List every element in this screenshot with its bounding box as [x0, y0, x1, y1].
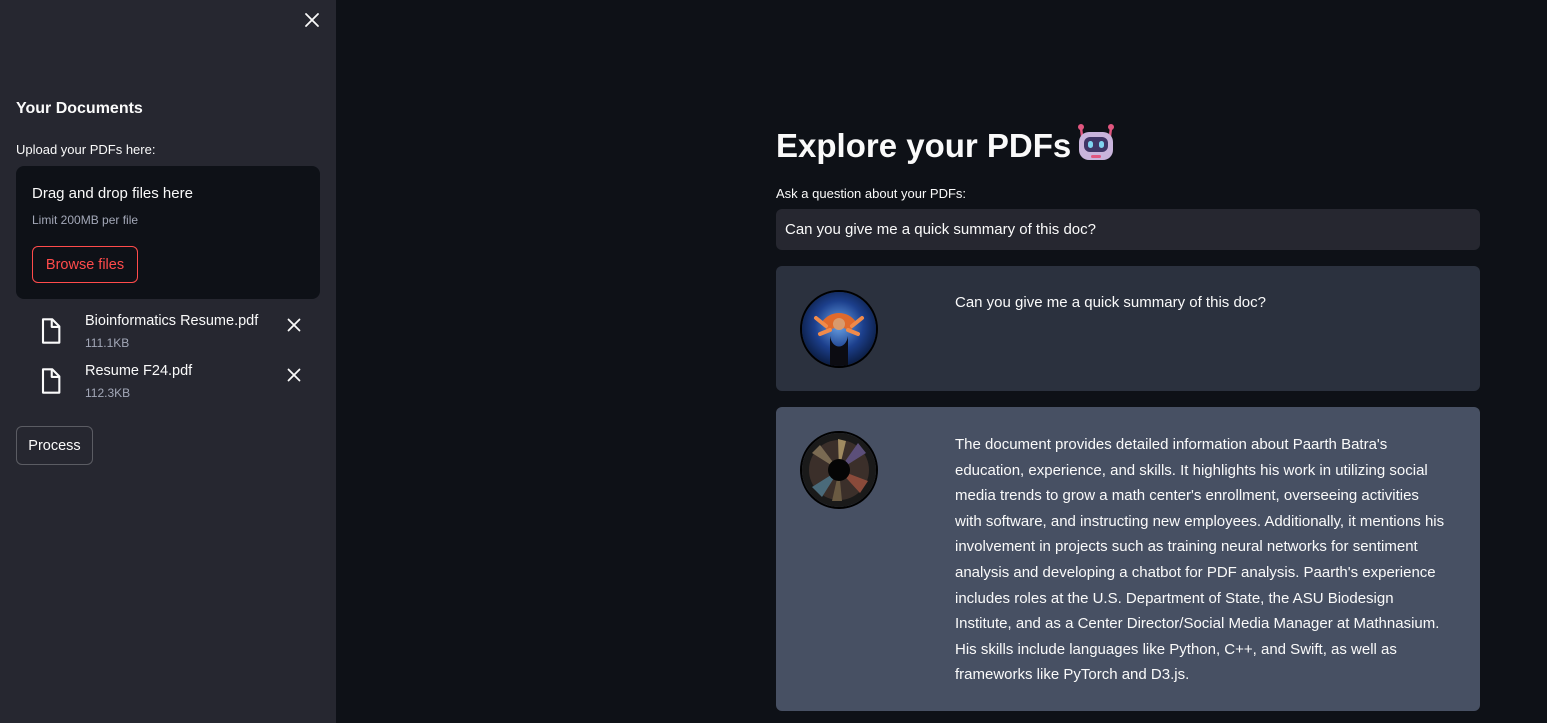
- file-icon: [36, 367, 64, 395]
- question-input[interactable]: [776, 209, 1480, 250]
- process-button[interactable]: Process: [16, 426, 93, 465]
- dropzone-title: Drag and drop files here: [32, 185, 193, 202]
- browse-files-button[interactable]: Browse files: [32, 246, 138, 283]
- file-name: Resume F24.pdf: [85, 363, 193, 379]
- file-icon: [36, 317, 64, 345]
- user-avatar: [800, 290, 878, 368]
- file-name: Bioinformatics Resume.pdf: [85, 313, 259, 329]
- upload-label: Upload your PDFs here:: [16, 142, 156, 157]
- app: Your Documents Upload your PDFs here: Dr…: [0, 0, 1547, 723]
- page-title: Explore your PDFs: [776, 122, 1117, 170]
- file-size: 112.3KB: [85, 386, 131, 400]
- close-sidebar-icon[interactable]: [300, 8, 324, 32]
- bot-avatar: [800, 431, 878, 509]
- robot-icon: [1075, 122, 1117, 170]
- user-message-text: Can you give me a quick summary of this …: [955, 294, 1266, 311]
- bot-message: The document provides detailed informati…: [776, 407, 1480, 711]
- uploaded-file-item: Resume F24.pdf 112.3KB: [36, 363, 326, 407]
- bot-message-text: The document provides detailed informati…: [955, 436, 1445, 684]
- remove-file-icon[interactable]: [284, 365, 304, 385]
- sidebar: Your Documents Upload your PDFs here: Dr…: [0, 0, 336, 723]
- page-title-text: Explore your PDFs: [776, 127, 1072, 164]
- file-dropzone[interactable]: Drag and drop files here Limit 200MB per…: [16, 166, 320, 299]
- remove-file-icon[interactable]: [284, 315, 304, 335]
- user-message: Can you give me a quick summary of this …: [776, 266, 1480, 391]
- question-label: Ask a question about your PDFs:: [776, 186, 967, 201]
- dropzone-limit: Limit 200MB per file: [32, 213, 139, 227]
- uploaded-file-item: Bioinformatics Resume.pdf 111.1KB: [36, 313, 326, 357]
- sidebar-title: Your Documents: [16, 100, 143, 117]
- file-size: 111.1KB: [85, 336, 130, 350]
